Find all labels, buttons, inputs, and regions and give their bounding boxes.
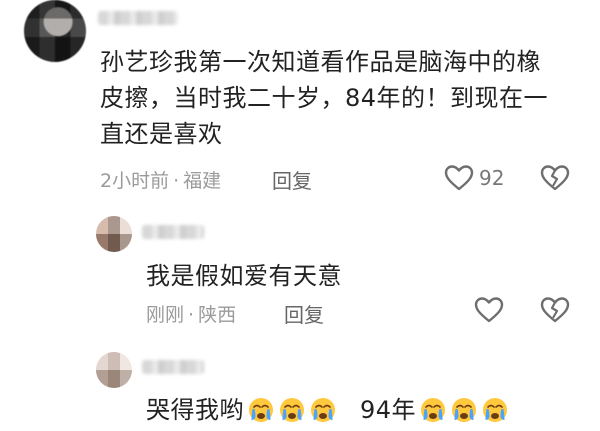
reply-text-part: 94年 — [360, 396, 417, 424]
like-count: 92 — [479, 166, 505, 190]
heart-outline-icon[interactable] — [474, 296, 504, 324]
comment-time: 2小时前 — [100, 170, 170, 192]
comment-text: 孙艺珍我第一次知道看作品是脑海中的橡 皮擦，当时我二十岁，84年的！到现在一 直… — [100, 44, 580, 152]
comment-meta: 2小时前 · 福建 — [100, 166, 221, 193]
reply-username-blurred[interactable] — [142, 225, 204, 239]
avatar[interactable] — [24, 0, 86, 62]
reply-button[interactable]: 回复 — [284, 299, 324, 328]
comment-line: 直还是喜欢 — [100, 120, 223, 148]
comment-line: 皮擦，当时我二十岁，84年的！到现在一 — [100, 84, 549, 112]
broken-heart-icon[interactable] — [540, 164, 570, 192]
reply-text: 哭得我哟 94年 — [146, 392, 510, 428]
reply-location: 陕西 — [198, 304, 237, 326]
meta-separator: · — [173, 170, 180, 192]
crying-emoji-group — [418, 395, 510, 425]
crying-face-emoji — [249, 397, 336, 423]
reply-meta: 刚刚 · 陕西 — [146, 300, 236, 327]
heart-outline-icon[interactable] — [444, 164, 474, 192]
crying-emoji-group — [246, 395, 338, 425]
crying-face-emoji — [420, 397, 508, 423]
username-blurred[interactable] — [98, 11, 178, 25]
broken-heart-icon[interactable] — [540, 296, 570, 324]
meta-separator: · — [188, 304, 195, 326]
reply-username-blurred[interactable] — [142, 360, 204, 374]
reply-text: 我是假如爱有天意 — [146, 262, 342, 290]
reply-button[interactable]: 回复 — [272, 165, 312, 194]
comment-location: 福建 — [183, 170, 222, 192]
reply-text-part: 哭得我哟 — [146, 396, 244, 424]
reply-time: 刚刚 — [146, 304, 185, 326]
comment-line: 孙艺珍我第一次知道看作品是脑海中的橡 — [100, 48, 541, 76]
reply-avatar[interactable] — [96, 216, 132, 252]
reply-avatar[interactable] — [96, 352, 132, 388]
